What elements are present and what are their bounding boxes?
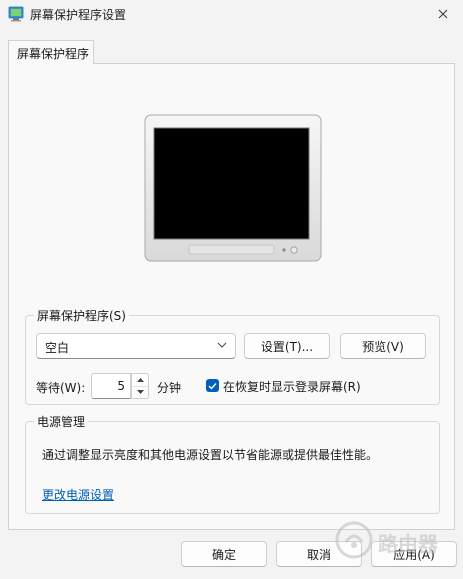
chevron-down-icon bbox=[217, 342, 227, 348]
settings-button[interactable]: 设置(T)... bbox=[244, 333, 330, 359]
screensaver-app-icon bbox=[8, 6, 24, 22]
wait-minutes-input[interactable]: 5 bbox=[91, 373, 131, 399]
spin-down-button[interactable] bbox=[132, 386, 148, 398]
ok-button[interactable]: 确定 bbox=[181, 541, 267, 567]
apply-button[interactable]: 应用(A) bbox=[371, 541, 457, 567]
close-button[interactable] bbox=[429, 2, 457, 26]
preview-button[interactable]: 预览(V) bbox=[340, 333, 426, 359]
title-bar: 屏幕保护程序设置 bbox=[0, 0, 463, 28]
change-power-settings-link[interactable]: 更改电源设置 bbox=[42, 486, 114, 503]
screensaver-group-label: 屏幕保护程序(S) bbox=[34, 307, 129, 324]
tab-panel: 屏幕保护程序(S) 空白 设置(T)... 预览(V) 等待(W): 5 分钟 … bbox=[8, 63, 455, 530]
screensaver-selected: 空白 bbox=[45, 341, 70, 355]
close-icon bbox=[438, 9, 448, 19]
resume-login-label[interactable]: 在恢复时显示登录屏幕(R) bbox=[223, 378, 361, 395]
power-group-label: 电源管理 bbox=[34, 413, 89, 430]
screensaver-group: 屏幕保护程序(S) 空白 设置(T)... 预览(V) 等待(W): 5 分钟 … bbox=[25, 307, 440, 405]
monitor-preview bbox=[144, 114, 322, 262]
minutes-unit-label: 分钟 bbox=[157, 381, 182, 395]
power-group: 电源管理 通过调整显示亮度和其他电源设置以节省能源或提供最佳性能。 更改电源设置 bbox=[25, 413, 440, 514]
wait-label: 等待(W): bbox=[36, 381, 86, 395]
cancel-button[interactable]: 取消 bbox=[276, 541, 362, 567]
window-title: 屏幕保护程序设置 bbox=[30, 8, 127, 22]
chevron-down-icon bbox=[136, 390, 144, 394]
wait-spinner bbox=[131, 373, 149, 399]
screensaver-dropdown[interactable]: 空白 bbox=[36, 333, 236, 359]
tab-screensaver[interactable]: 屏幕保护程序 bbox=[8, 40, 94, 64]
power-description: 通过调整显示亮度和其他电源设置以节省能源或提供最佳性能。 bbox=[42, 448, 379, 462]
checkmark-icon bbox=[208, 382, 217, 390]
chevron-up-icon bbox=[136, 378, 144, 382]
resume-login-checkbox[interactable] bbox=[206, 379, 219, 392]
